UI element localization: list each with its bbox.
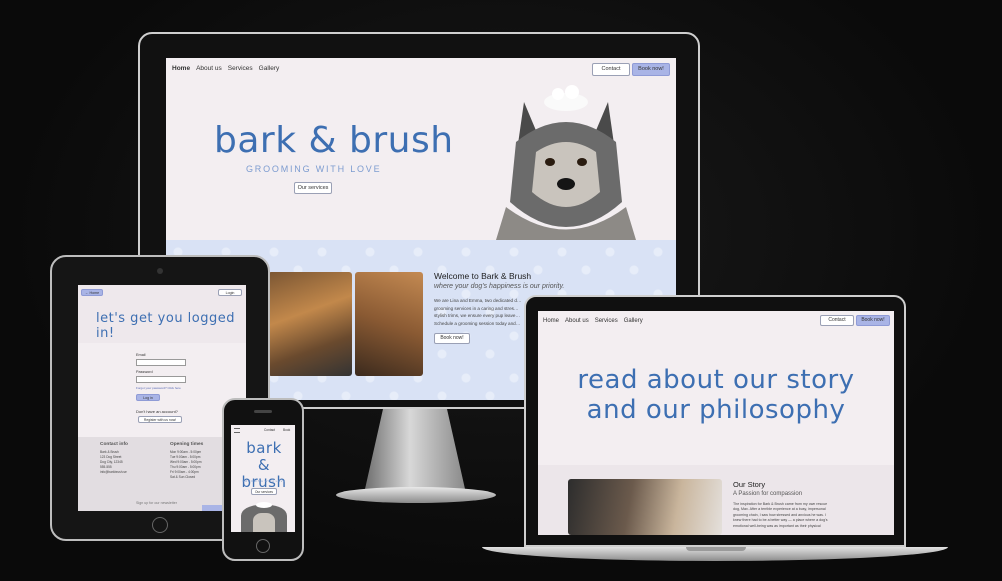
laptop-device: Home About us Services Gallery Contact B… [524, 295, 906, 547]
welcome-tagline: where your dog's happiness is our priori… [434, 283, 565, 290]
opening-times-title: Opening times [170, 442, 204, 447]
forgot-password-link[interactable]: Forgot your password? Click here [136, 386, 181, 390]
laptop-nav: Home About us Services Gallery [543, 318, 649, 324]
phone-title-line: bark & [246, 439, 282, 474]
story-line: knew there had to be a better way — a pl… [733, 518, 828, 523]
hours-line: Sat & Sun Closed [170, 475, 196, 479]
about-hero-line: and our philosophy [586, 395, 846, 425]
about-hero-line: read about our story [577, 365, 855, 395]
tablet-camera [157, 268, 163, 274]
our-services-button[interactable]: Our services [294, 182, 332, 194]
phone-hero-subtitle: GROOMING WITH LOVE [242, 479, 286, 483]
laptop-contact-button[interactable]: Contact [820, 315, 854, 326]
login-submit-button[interactable]: Log in [136, 394, 160, 401]
contact-line: info@barkbrush.se [100, 470, 127, 474]
laptop-nav-gallery[interactable]: Gallery [624, 318, 643, 324]
story-line: emotional well-being was as important as… [733, 523, 821, 528]
phone-menu-icon[interactable] [234, 428, 240, 433]
showcase-stage: Home About us Services Gallery Contact B… [0, 0, 1002, 581]
tablet-screen: ← Home Login let's get you logged in! Em… [78, 285, 246, 511]
dog-icon [496, 85, 636, 240]
tablet-home-hardware-button [152, 517, 168, 533]
story-title: Our Story [733, 480, 766, 489]
phone-our-services-button[interactable]: Our services [251, 488, 277, 495]
phone-screen: Contact Book bark & brush GROOMING WITH … [231, 425, 295, 532]
phone-contact-link[interactable]: Contact [264, 428, 275, 432]
hero-subtitle: GROOMING WITH LOVE [246, 164, 382, 174]
email-label: Email [136, 353, 146, 357]
hero-title: bark & brush [214, 120, 454, 161]
contact-info-title: Contact info [100, 442, 128, 447]
phone-dog-image [241, 502, 287, 532]
monitor-stand-neck [365, 409, 465, 489]
phone-hero-title: bark & brush [238, 440, 290, 491]
laptop-nav-home[interactable]: Home [543, 318, 559, 324]
tablet-home-button[interactable]: ← Home [81, 289, 103, 296]
nav-gallery[interactable]: Gallery [259, 65, 280, 72]
login-title: let's get you logged in! [96, 311, 236, 341]
grooming-photo-2 [355, 272, 423, 376]
tablet-login-button[interactable]: Login [218, 289, 242, 296]
story-subtitle: A Passion for compassion [733, 491, 803, 497]
phone-speaker [254, 410, 272, 413]
story-photo [568, 479, 722, 535]
desktop-nav: Home About us Services Gallery [172, 65, 285, 72]
story-body: The inspiration for Bark & Brush came fr… [733, 502, 828, 529]
contact-info-list: Bark & Brush 123 Dog Street Dog City, 12… [100, 450, 127, 475]
contact-button[interactable]: Contact [592, 63, 630, 76]
register-button[interactable]: Register with us now! [138, 416, 182, 423]
laptop-nav-services[interactable]: Services [595, 318, 618, 324]
email-field[interactable] [136, 359, 186, 366]
welcome-heading: Welcome to Bark & Brush [434, 271, 532, 281]
password-field[interactable] [136, 376, 186, 383]
about-hero-title: read about our story and our philosophy [538, 365, 894, 425]
dog-face-icon [253, 513, 275, 532]
phone-book-link[interactable]: Book [283, 428, 290, 432]
newsletter-button[interactable] [202, 505, 222, 511]
opening-times-list: Mon 9:00am - 5:00pm Tue 9:00am - 5:00pm … [170, 450, 201, 480]
laptop-screen: Home About us Services Gallery Contact B… [538, 311, 894, 535]
nav-home[interactable]: Home [172, 65, 190, 72]
laptop-nav-about[interactable]: About us [565, 318, 589, 324]
welcome-book-button[interactable]: Book now! [434, 333, 470, 344]
foam-icon [256, 502, 272, 508]
phone-device: Contact Book bark & brush GROOMING WITH … [222, 398, 304, 561]
phone-home-hardware-button [256, 539, 270, 553]
monitor-stand-base [336, 487, 496, 503]
grooming-photo-1 [268, 272, 352, 376]
hero-dog-image [496, 82, 636, 240]
newsletter-text: Sign up for our newsletter [136, 501, 177, 505]
nav-services[interactable]: Services [228, 65, 253, 72]
laptop-book-button[interactable]: Book now! [856, 315, 890, 326]
book-now-button[interactable]: Book now! [632, 63, 670, 76]
nav-about[interactable]: About us [196, 65, 222, 72]
laptop-notch [686, 547, 746, 551]
no-account-text: Don't have an account? [136, 409, 178, 414]
password-label: Password [136, 370, 153, 374]
